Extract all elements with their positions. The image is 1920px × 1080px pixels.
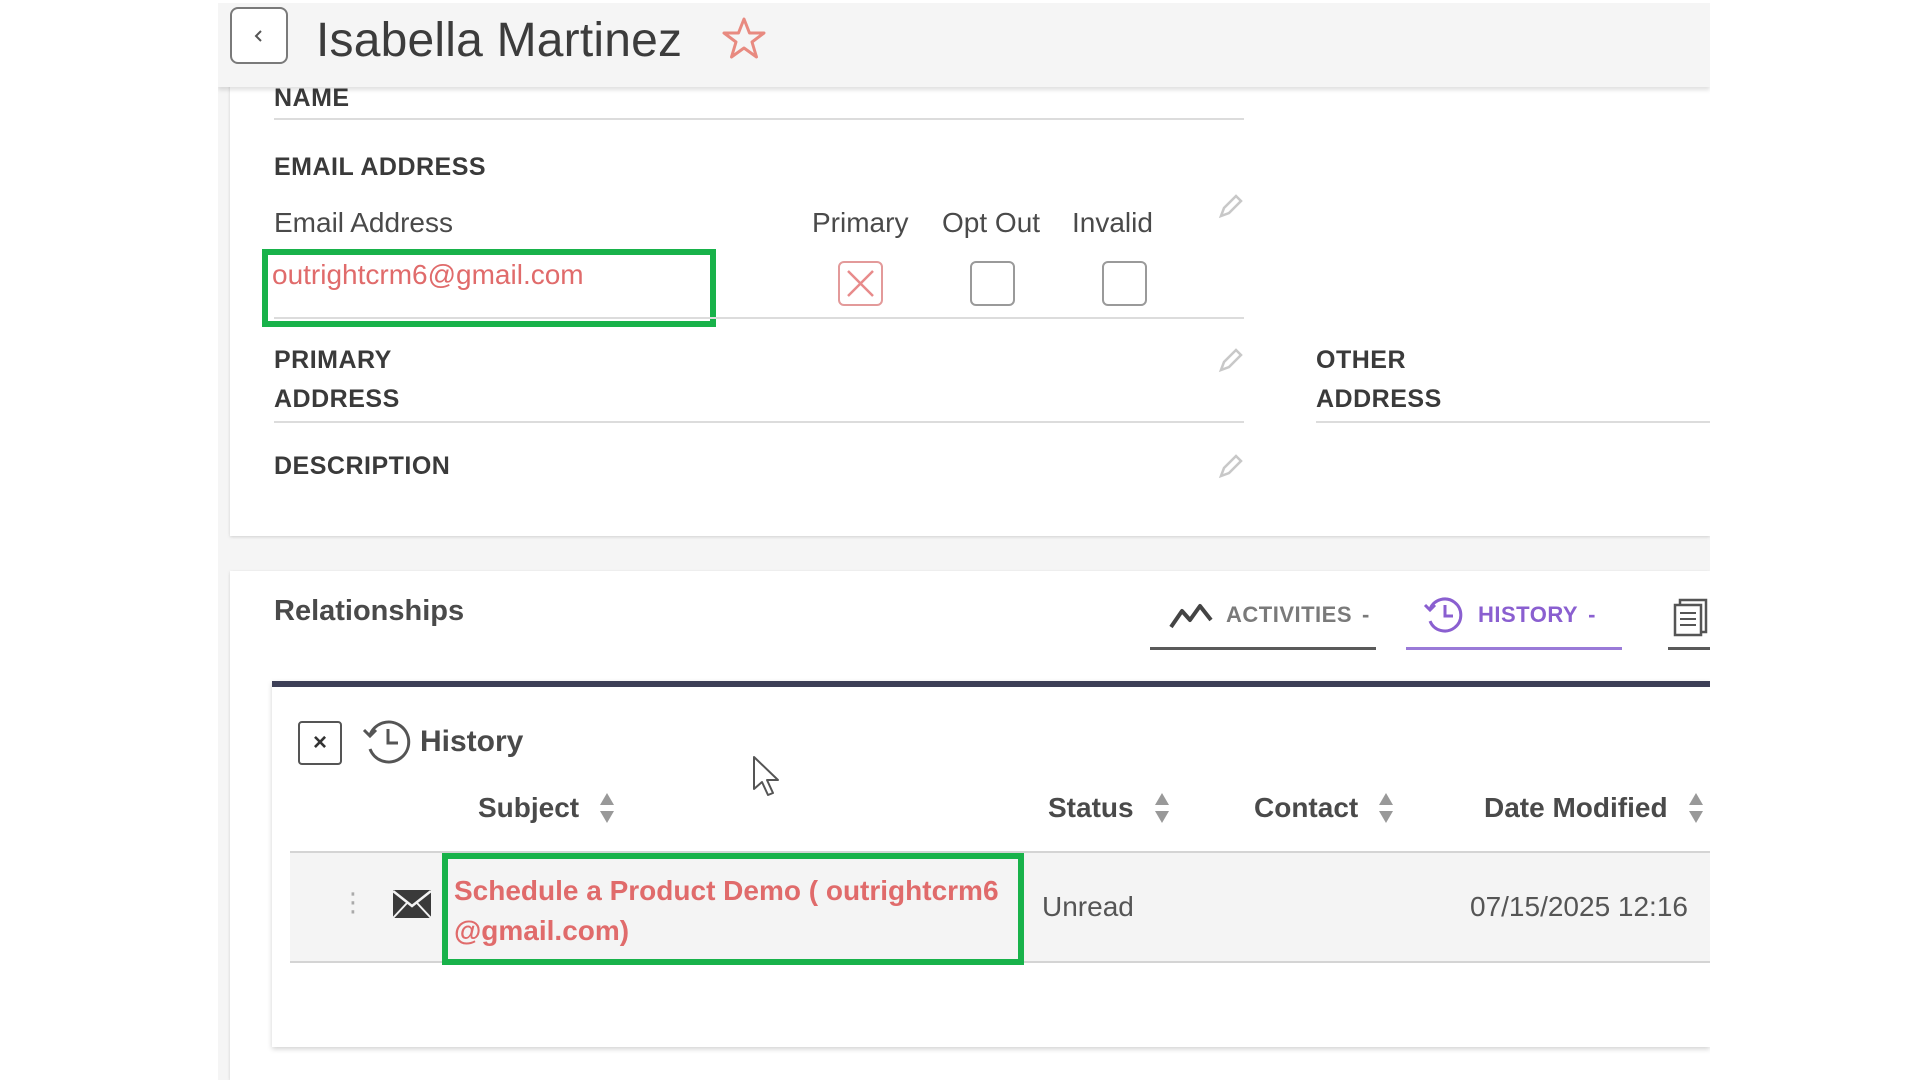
column-header-subject[interactable]: Subject [478, 791, 615, 825]
history-status-cell: Unread [1042, 891, 1134, 922]
divider [274, 317, 1244, 319]
divider [1316, 421, 1710, 423]
tab-activities-suffix: - [1362, 602, 1370, 627]
column-header-date-modified[interactable]: Date Modified [1484, 791, 1704, 825]
primary-checkbox[interactable] [838, 261, 883, 306]
edit-email-pencil-icon[interactable] [1216, 191, 1246, 221]
sort-icon [1154, 793, 1169, 823]
crm-contact-view: Isabella Martinez NAME EMAIL ADDRESS Ema… [218, 3, 1710, 1080]
other-address-label-line2: ADDRESS [1316, 385, 1442, 413]
record-title: Isabella Martinez [316, 14, 683, 67]
column-header-contact-label: Contact [1254, 792, 1359, 823]
mouse-cursor-icon [753, 756, 779, 796]
column-header-subject-label: Subject [478, 792, 580, 823]
email-envelope-icon [392, 890, 432, 919]
tab-documents-underline [1668, 647, 1710, 650]
relationships-panel: Relationships ACTIVITIES - HISTORY - × H… [230, 571, 1710, 1080]
tab-activities-label: ACTIVITIES [1226, 602, 1353, 627]
detail-panel: NAME EMAIL ADDRESS Email Address Primary… [230, 63, 1710, 536]
email-column-label: Email Address [274, 207, 453, 238]
column-header-contact[interactable]: Contact [1254, 791, 1394, 825]
invalid-checkbox[interactable] [1102, 261, 1147, 306]
tab-history-label: HISTORY [1478, 602, 1579, 627]
sort-icon [1688, 793, 1703, 823]
other-address-label-line1: OTHER [1316, 346, 1406, 374]
tab-activities-underline [1150, 647, 1376, 650]
x-mark-icon [847, 270, 874, 297]
favorite-star-icon[interactable] [720, 15, 768, 63]
column-header-status[interactable]: Status [1048, 791, 1170, 825]
tab-history-underline [1406, 647, 1622, 650]
primary-address-label-line1: PRIMARY [274, 346, 392, 374]
description-label: DESCRIPTION [274, 452, 451, 480]
history-clock-icon [362, 720, 411, 764]
column-header-date-modified-label: Date Modified [1484, 792, 1668, 823]
activity-chart-icon [1169, 604, 1213, 629]
primary-column-label: Primary [812, 207, 909, 238]
documents-tab-icon[interactable] [1672, 597, 1710, 637]
primary-address-label-line2: ADDRESS [274, 385, 400, 413]
edit-primary-address-pencil-icon[interactable] [1216, 345, 1246, 375]
other-address-label: OTHER ADDRESS [1316, 341, 1442, 419]
tab-history[interactable]: HISTORY - [1422, 591, 1596, 639]
opt-out-column-label: Opt Out [942, 207, 1041, 238]
sort-icon [600, 793, 615, 823]
email-section-label: EMAIL ADDRESS [274, 153, 487, 181]
divider [274, 421, 1244, 423]
opt-out-checkbox[interactable] [970, 261, 1015, 306]
subject-highlight-box [442, 853, 1024, 965]
email-highlight-box [262, 249, 716, 327]
divider [274, 118, 1244, 120]
relationships-title: Relationships [274, 595, 465, 627]
row-action-menu-icon[interactable]: ⋮ [340, 887, 366, 918]
edit-description-pencil-icon[interactable] [1216, 451, 1246, 481]
invalid-column-label: Invalid [1072, 207, 1153, 238]
close-history-button[interactable]: × [298, 721, 342, 765]
back-button[interactable] [230, 7, 288, 64]
history-title: History [420, 725, 524, 758]
tab-activities[interactable]: ACTIVITIES - [1168, 591, 1370, 639]
column-header-status-label: Status [1048, 792, 1134, 823]
chevron-left-icon [254, 29, 262, 42]
primary-address-label: PRIMARY ADDRESS [274, 341, 400, 419]
detail-header: Isabella Martinez [218, 3, 1710, 87]
sort-icon [1379, 793, 1394, 823]
history-date-modified-cell: 07/15/2025 12:16 [1470, 891, 1688, 922]
history-clock-icon [1423, 597, 1463, 633]
history-subpanel: × History Subject Status Contact Date Mo… [272, 681, 1710, 1047]
tab-history-suffix: - [1588, 602, 1596, 627]
